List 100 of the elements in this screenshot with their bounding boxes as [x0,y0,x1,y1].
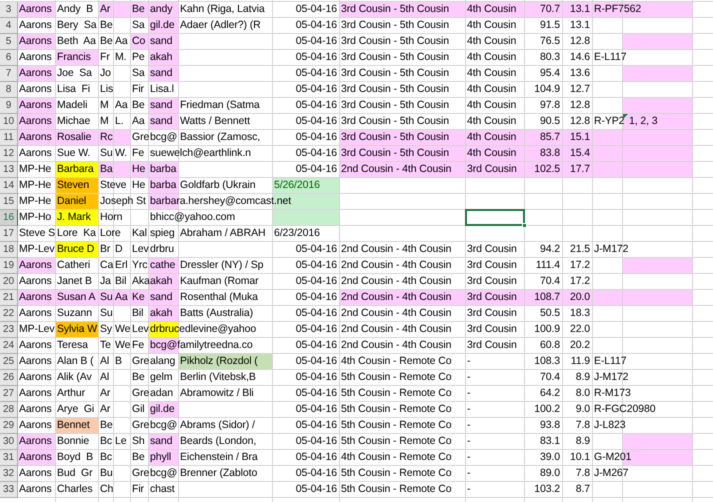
cell-text: 70.7 [540,2,561,17]
cell-text: 3rd Cousin [466,306,517,321]
cell-text: Lis [99,82,114,97]
row-header[interactable]: 3 [0,2,18,18]
row-header[interactable]: 9 [0,98,18,114]
cell-text: 05-04-16 [296,418,338,433]
cell-text: 83.1 [540,434,561,449]
cell-text: 97.8 [540,98,561,113]
cell-text: Alan B ( [56,354,94,369]
cell-text: Janet B [56,274,92,289]
cell-text: 05-04-16 [296,146,338,161]
row-header[interactable]: 31 [0,450,18,466]
cell-text: Arthur [56,386,85,401]
row-header[interactable]: 21 [0,290,18,306]
cell-text: Horn [99,210,122,225]
cell-text: sand [149,290,172,305]
cell-text: 108.7 [534,290,561,305]
row-header[interactable]: 8 [0,82,18,98]
cell-text: Michae [56,114,90,129]
cell-text: 05-04-16 [296,242,338,257]
cell-text: Su [99,290,113,305]
row-header[interactable]: 16 [0,210,18,226]
cell-text: Pikholz (Rozdol ( [179,354,258,369]
row-header[interactable]: 15 [0,194,18,210]
cell-text: Daniel [56,194,86,209]
cell-text: We [114,322,130,337]
cell-text: 05-04-16 [296,34,338,49]
cell-text: Be [99,18,113,33]
row-header[interactable]: 22 [0,306,18,322]
cell-text: Arye Gi [56,402,94,417]
row-header[interactable]: 24 [0,338,18,354]
row-header[interactable]: 17 [0,226,18,242]
row-header[interactable]: 28 [0,402,18,418]
cell-text: 5th Cousin - Remote Co [340,386,452,401]
cell-text: akah [149,50,172,65]
cell-text: Aarons [18,50,52,65]
row-header[interactable]: 5 [0,34,18,50]
row-header[interactable]: 18 [0,242,18,258]
cell-text: 64.2 [540,386,561,401]
cell-text: 13.1 [570,2,591,17]
cell-text: - [466,434,470,449]
cell-text: Aarons [18,466,52,481]
cell-text: 3rd Cousin - 5th Cousin [340,66,450,81]
row-header[interactable]: 23 [0,322,18,338]
cell-text: 15.4 [570,146,591,161]
cell-text: Be [131,450,145,465]
row-header[interactable]: 6 [0,50,18,66]
cell-text: W. [114,146,128,161]
cell-text: 05-04-16 [296,114,338,129]
cell-text: D [114,242,122,257]
cell-text: 18.3 [570,306,591,321]
cell-text: Kahn (Riga, Latvia [179,2,265,17]
cell-text: 3rd Cousin - 5th Cousin [340,50,450,65]
row-header[interactable]: 12 [0,146,18,162]
row-header[interactable]: 27 [0,386,18,402]
row-header[interactable]: 10 [0,114,18,130]
row-header[interactable]: 19 [0,258,18,274]
cell-text: Le [114,434,126,449]
row-header[interactable]: 20 [0,274,18,290]
cell-text: 100.9 [534,322,561,337]
cell-text: 2nd Cousin - 4th Cousin [340,258,452,273]
cell-text: Rosalie [56,130,92,145]
row-header[interactable]: 7 [0,66,18,82]
row-header[interactable]: 29 [0,418,18,434]
row-header[interactable]: 30 [0,434,18,450]
row-header[interactable]: 32 [0,466,18,482]
cell-text: 11.9 [570,354,591,369]
cell-text: 4th Cousin [466,98,516,113]
cell-text: 3rd Cousin [466,162,517,177]
cell-text: 17.2 [570,274,591,289]
cell-text: chast [149,482,175,497]
cell-text: 4th Cousin [466,114,516,129]
row-header[interactable]: 4 [0,18,18,34]
cell-text: Susan A [56,290,96,305]
cell-text: 3rd Cousin [466,242,517,257]
cell-text: Aarons [18,306,52,321]
row-header[interactable]: 26 [0,370,18,386]
row-header[interactable]: 25 [0,354,18,370]
cell-text: 111.4 [536,258,561,273]
cell-text: Aarons [18,450,52,465]
cell-text: Friedman (Satma [179,98,260,113]
cell-text: 05-04-16 [296,370,338,385]
cell-text: 13.6 [570,66,591,81]
row-header[interactable]: 13 [0,162,18,178]
cell-text: barba [149,178,176,193]
cell-text: Ar [99,2,110,17]
cell-text: Gre [131,466,150,481]
cell-text: Joseph St [99,194,146,209]
row-header[interactable]: 14 [0,178,18,194]
cell-text: 8.9 [576,370,591,385]
cell-text: Aarons [18,2,52,17]
cell-text: Boyd B [56,450,94,465]
cell-text: 17.2 [570,258,591,273]
cell-text: Aarons [18,18,52,33]
cell-text: Aa [114,98,128,113]
cell-text: bcg@familytreedna.co [149,338,253,353]
row-header[interactable]: 11 [0,130,18,146]
cell-text: Be [99,418,113,433]
row-header[interactable]: 33 [0,482,18,498]
cell-text: sand [149,66,172,81]
